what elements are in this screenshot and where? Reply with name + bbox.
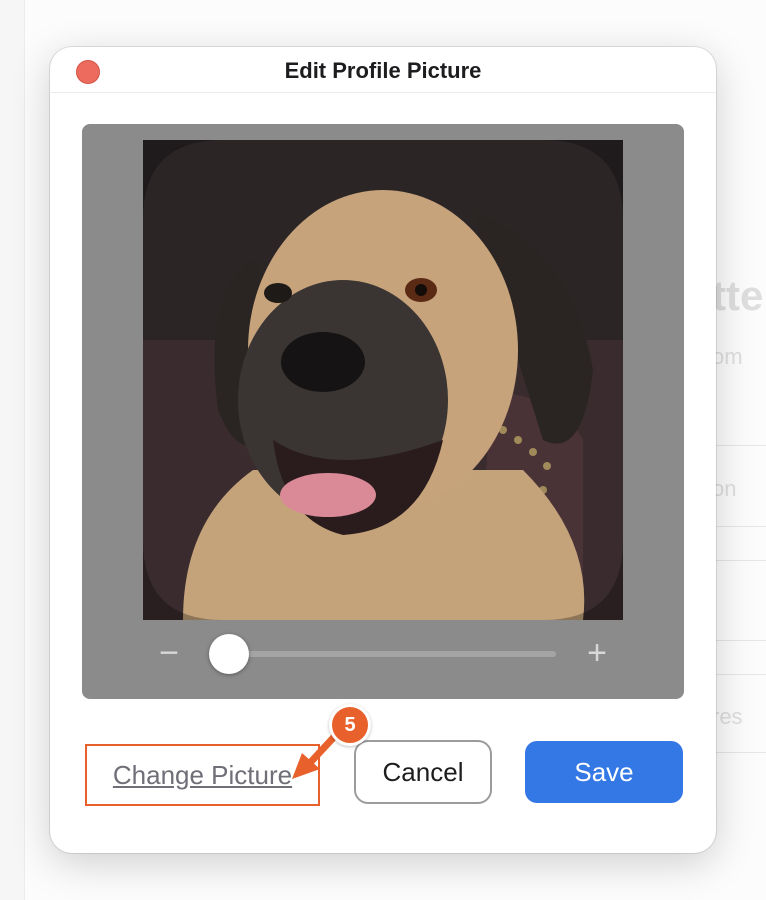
save-button[interactable]: Save (525, 741, 683, 803)
zoom-slider-thumb[interactable] (209, 634, 249, 674)
background-divider (712, 526, 766, 527)
dialog-titlebar: Edit Profile Picture (50, 47, 716, 93)
zoom-out-icon[interactable]: − (154, 636, 184, 670)
background-list-item: res (712, 704, 743, 729)
background-divider (712, 560, 766, 561)
profile-photo[interactable] (143, 140, 623, 620)
background-divider (712, 752, 766, 753)
background-title: tte (712, 272, 764, 319)
edit-profile-picture-dialog: Edit Profile Picture − + Change Picture … (50, 47, 716, 853)
zoom-slider-track[interactable] (212, 651, 556, 657)
image-editor: − + (82, 124, 684, 699)
dialog-title: Edit Profile Picture (284, 58, 482, 83)
change-picture-button[interactable]: Change Picture (85, 744, 320, 806)
background-divider (712, 640, 766, 641)
step-badge: 5 (329, 704, 371, 746)
background-subtitle: om (712, 344, 743, 369)
background-divider (712, 674, 766, 675)
background-divider (712, 445, 766, 446)
zoom-in-icon[interactable]: + (582, 636, 612, 670)
cancel-button[interactable]: Cancel (354, 740, 492, 804)
